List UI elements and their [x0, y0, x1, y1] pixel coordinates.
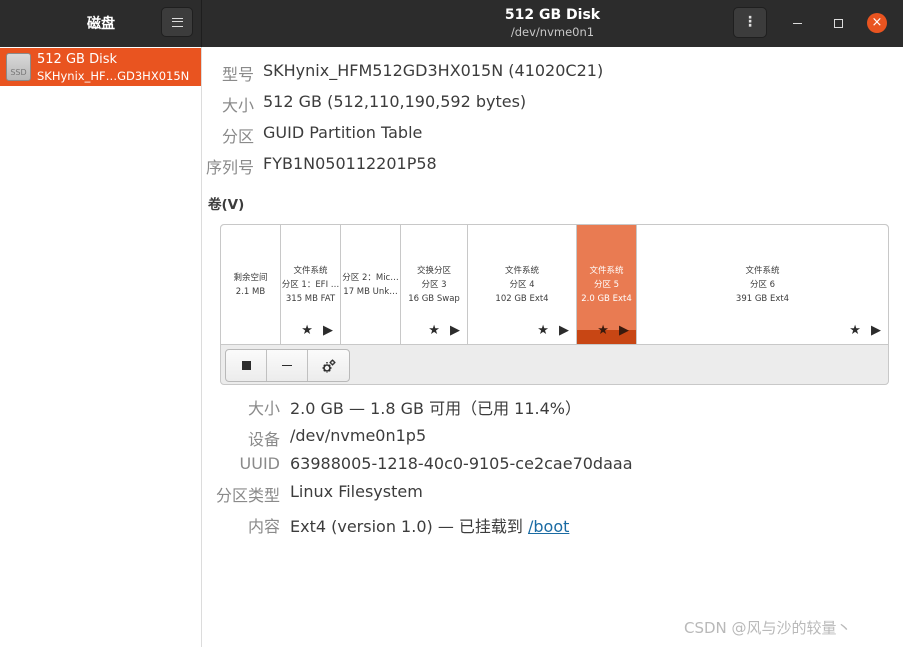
minimize-button[interactable]: [787, 13, 809, 33]
partition-size-label: 大小: [247, 399, 280, 418]
segment-line: 315 MB FAT: [285, 294, 336, 304]
serial-value: FYB1N050112201P58: [263, 154, 437, 173]
header-bar: 磁盘 512 GB Disk /dev/nvme0n1 ⋮ ×: [0, 0, 903, 47]
segment-partition-6[interactable]: 文件系统 分区 6 391 GB Ext4 ★ ▶: [637, 225, 888, 344]
star-play-icon: ★ ▶: [301, 323, 336, 338]
partition-strip: 剩余空间 2.1 MB 文件系统 分区 1：EFI … 315 MB FAT ★…: [221, 225, 888, 345]
segment-line: 分区 5: [593, 280, 620, 290]
star-play-icon: ★ ▶: [428, 323, 463, 338]
size-label: 大小: [221, 96, 254, 115]
partition-options-button[interactable]: [308, 350, 349, 381]
uuid-label: UUID: [239, 454, 280, 473]
gears-icon: [322, 359, 335, 373]
unmount-button[interactable]: [226, 350, 267, 381]
star-play-icon: ★ ▶: [537, 323, 572, 338]
partition-type-label: 分区类型: [215, 486, 280, 505]
sidebar-item-512gb-disk[interactable]: SSD 512 GB Disk SKHynix_HF…GD3HX015N: [0, 48, 201, 86]
serial-label: 序列号: [205, 158, 254, 177]
segment-partition-1[interactable]: 文件系统 分区 1：EFI … 315 MB FAT ★ ▶: [281, 225, 341, 344]
segment-line: 分区 4: [509, 280, 535, 290]
partition-toolbar: [225, 349, 350, 382]
segment-line: 391 GB Ext4: [735, 294, 790, 304]
contents-text: Ext4 (version 1.0) — 已挂载到: [290, 517, 528, 536]
partition-size-value: 2.0 GB — 1.8 GB 可用（已用 11.4%）: [290, 399, 581, 418]
segment-line: 分区 6: [749, 280, 776, 290]
segment-line: 剩余空间: [233, 273, 268, 283]
close-button[interactable]: ×: [867, 13, 887, 33]
segment-partition-5-selected[interactable]: 文件系统 分区 5 2.0 GB Ext4 ★ ▶: [577, 225, 637, 344]
sidebar: SSD 512 GB Disk SKHynix_HF…GD3HX015N: [0, 47, 202, 647]
contents-label: 内容: [247, 517, 280, 536]
segment-partition-4[interactable]: 文件系统 分区 4 102 GB Ext4 ★ ▶: [468, 225, 577, 344]
segment-line: 分区 3: [421, 280, 447, 290]
partitioning-label: 分区: [221, 127, 254, 146]
contents-value: Ext4 (version 1.0) — 已挂载到 /boot: [290, 513, 569, 537]
sidebar-header: 磁盘: [0, 0, 202, 47]
star-play-icon: ★ ▶: [849, 323, 884, 338]
uuid-value: 63988005-1218-40c0-9105-ce2cae70daaa: [290, 454, 633, 473]
segment-line: 文件系统: [504, 266, 539, 276]
partition-type-value: Linux Filesystem: [290, 482, 423, 501]
segment-partition-2[interactable]: 分区 2：Mic… 17 MB Unk…: [341, 225, 401, 344]
segment-line: 16 GB Swap: [408, 294, 460, 304]
segment-line: 交换分区: [416, 266, 451, 276]
sidebar-item-name: 512 GB Disk: [37, 52, 117, 67]
partitioning-value: GUID Partition Table: [263, 123, 423, 142]
partition-map: 剩余空间 2.1 MB 文件系统 分区 1：EFI … 315 MB FAT ★…: [220, 224, 889, 385]
disk-menu-button[interactable]: ⋮: [733, 7, 767, 38]
volumes-heading: 卷(V): [208, 197, 245, 213]
segment-line: 文件系统: [745, 266, 780, 276]
segment-line: 2.0 GB Ext4: [581, 294, 632, 304]
watermark: CSDN @风与沙的较量丶: [684, 619, 852, 637]
model-label: 型号: [221, 65, 254, 84]
minus-icon: [282, 365, 292, 366]
segment-line: 文件系统: [589, 266, 624, 276]
star-play-icon: ★ ▶: [597, 323, 632, 338]
segment-line: 分区 2：Mic…: [342, 273, 399, 283]
maximize-button[interactable]: [827, 13, 849, 33]
segment-line: 分区 1：EFI …: [281, 280, 340, 290]
ssd-drive-icon: SSD: [6, 53, 31, 81]
model-value: SKHynix_HFM512GD3HX015N (41020C21): [263, 61, 604, 80]
size-value: 512 GB (512,110,190,592 bytes): [263, 92, 527, 111]
mount-point-link[interactable]: /boot: [528, 517, 569, 536]
hamburger-icon: [171, 17, 183, 27]
segment-partition-3[interactable]: 交换分区 分区 3 16 GB Swap ★ ▶: [401, 225, 468, 344]
device-label: 设备: [247, 430, 280, 449]
segment-line: 文件系统: [293, 266, 328, 276]
segment-line: 2.1 MB: [235, 287, 266, 297]
sidebar-item-model: SKHynix_HF…GD3HX015N: [37, 69, 190, 83]
delete-partition-button[interactable]: [267, 350, 308, 381]
segment-line: 17 MB Unk…: [343, 287, 398, 297]
segment-line: 102 GB Ext4: [495, 294, 549, 304]
hamburger-menu-button[interactable]: [161, 7, 193, 37]
stop-icon: [241, 361, 251, 370]
segment-free-space[interactable]: 剩余空间 2.1 MB: [221, 225, 281, 344]
close-icon: ×: [871, 15, 883, 30]
device-value: /dev/nvme0n1p5: [290, 426, 427, 445]
vertical-dots-icon: ⋮: [743, 14, 757, 30]
